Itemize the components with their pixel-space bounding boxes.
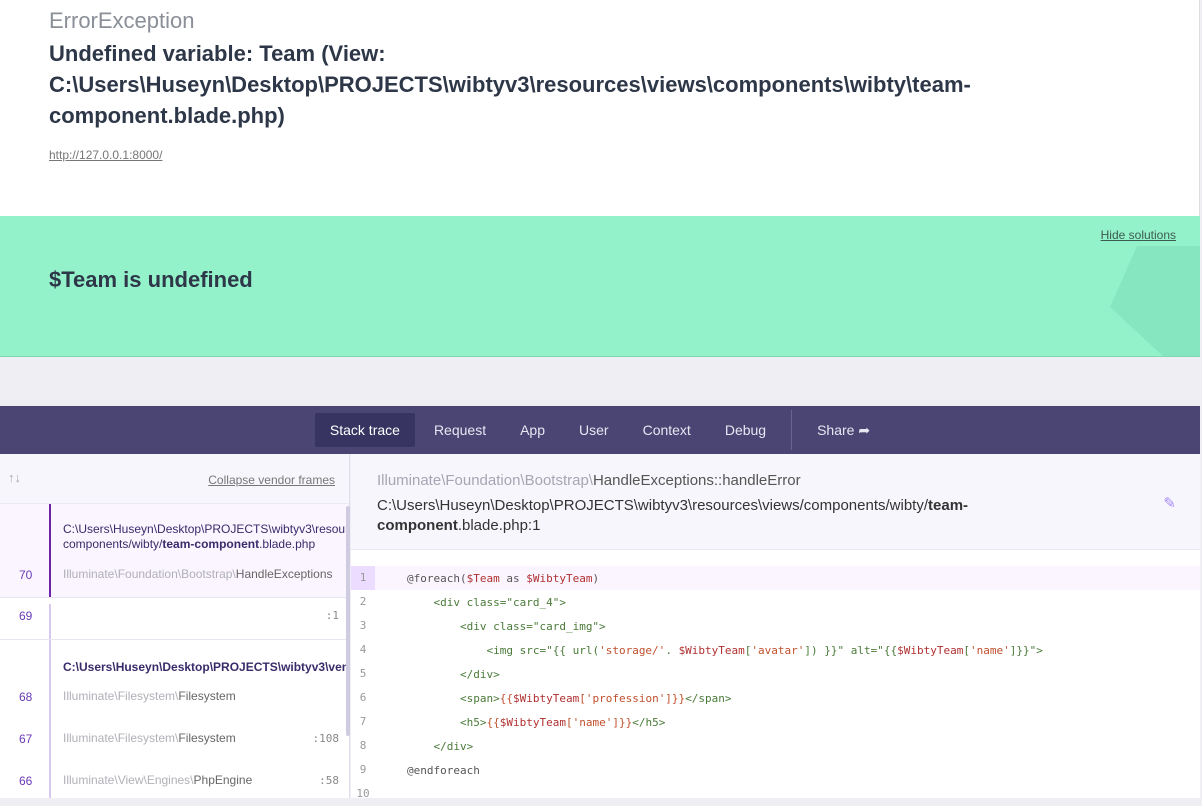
code-line: 8 </div> <box>351 734 1200 758</box>
frame-class: Illuminate\Foundation\Bootstrap\HandleEx… <box>377 472 801 489</box>
code-token: [ <box>744 643 752 657</box>
code-token: ]}}"> <box>1009 643 1043 657</box>
line-number[interactable]: 4 <box>351 638 375 662</box>
code-line: 9 @endforeach <box>351 758 1200 782</box>
tab-app[interactable]: App <box>505 413 560 447</box>
collapse-vendor-frames-link[interactable]: Collapse vendor frames <box>208 473 335 487</box>
code-token: </h5> <box>632 715 666 729</box>
code-token: </div> <box>459 667 500 681</box>
tab-bar: Stack trace Request App User Context Deb… <box>0 406 1200 454</box>
code-token: 'avatar' <box>751 643 805 657</box>
edit-pencil-icon[interactable]: ✎ <box>1163 494 1176 512</box>
code-token: $WibtyTeam <box>499 715 566 729</box>
error-header: ErrorException Undefined variable: Team … <box>0 0 1200 216</box>
sort-arrows-icon[interactable]: ↑↓ <box>8 470 21 485</box>
stack-frames-panel: ↑↓ Collapse vendor frames C:\Users\Husey… <box>0 454 350 798</box>
stack-frame-selected[interactable]: C:\Users\Huseyn\Desktop\PROJECTS\wibtyv3… <box>0 504 349 598</box>
frame-detail-panel: Illuminate\Foundation\Bootstrap\HandleEx… <box>351 454 1200 800</box>
decoration-shape <box>1110 246 1200 356</box>
code-token: as <box>499 571 527 585</box>
line-number[interactable]: 5 <box>351 662 375 686</box>
code-token: <span> <box>459 691 500 705</box>
code-token: <img src="{{ url( <box>486 643 600 657</box>
exception-class: ErrorException <box>49 8 195 33</box>
share-icon: ➦ <box>858 421 871 438</box>
line-number[interactable]: 3 <box>351 614 375 638</box>
frame-file-path: C:\Users\Huseyn\Desktop\PROJECTS\wibtyv3… <box>377 497 969 534</box>
share-label: Share <box>817 421 855 438</box>
frames-scrollbar[interactable] <box>346 506 350 736</box>
code-token: </div> <box>433 739 474 753</box>
code-snippet: 1 @foreach($Team as $WibtyTeam) 2 <div cla… <box>351 566 1200 806</box>
code-token: [ <box>963 643 970 657</box>
code-token: $WibtyTeam <box>526 571 593 585</box>
code-token: . <box>665 643 679 657</box>
code-token: <h5> <box>459 715 487 729</box>
line-number[interactable]: 8 <box>351 734 375 758</box>
line-number[interactable]: 1 <box>351 566 375 590</box>
share-button[interactable]: Share ➦ <box>802 413 885 448</box>
tab-debug[interactable]: Debug <box>710 413 781 447</box>
line-number[interactable]: 9 <box>351 758 375 782</box>
vendor-frame-group[interactable]: C:\Users\Huseyn\Desktop\PROJECTS\wibtyv3… <box>0 640 349 798</box>
line-number[interactable]: 10 <box>351 782 375 806</box>
code-line: 1 @foreach($Team as $WibtyTeam) <box>351 566 1200 590</box>
code-token: <div class="card_4"> <box>433 595 566 609</box>
code-line: 10 <box>351 782 1200 806</box>
frame-number: 70 <box>19 568 33 582</box>
code-token: ) <box>592 571 600 585</box>
code-token: ['profession']}} <box>579 691 686 705</box>
request-url-link[interactable]: http://127.0.0.1:8000/ <box>49 148 162 162</box>
stack-frame[interactable]: 69 :1 <box>0 598 349 640</box>
code-token: 'storage/' <box>599 643 666 657</box>
code-token: @foreach( <box>407 571 467 585</box>
code-token: @endforeach <box>407 763 480 777</box>
tab-stack-trace[interactable]: Stack trace <box>314 413 415 447</box>
tab-context[interactable]: Context <box>628 413 706 447</box>
code-line: 6 <span>{{$WibtyTeam ['profession']}} </sp… <box>351 686 1200 710</box>
code-token: $WibtyTeam <box>678 643 745 657</box>
code-token: </span> <box>685 691 732 705</box>
code-token: $WibtyTeam <box>512 691 580 705</box>
code-token: ]) }}" alt="{{ <box>804 643 898 657</box>
error-message: Undefined variable: Team (View: C:\Users… <box>49 41 971 128</box>
hide-solutions-link[interactable]: Hide solutions <box>1101 228 1176 242</box>
code-line: 5 </div> <box>351 662 1200 686</box>
tab-user[interactable]: User <box>564 413 624 447</box>
code-token: ['name']}} <box>565 715 633 729</box>
line-number[interactable]: 2 <box>351 590 375 614</box>
code-line: 3 <div class="card_img"> <box>351 614 1200 638</box>
divider <box>791 410 793 450</box>
line-number[interactable]: 6 <box>351 686 375 710</box>
code-line: 7 <h5>{{$WibtyTeam ['name']}} </h5> <box>351 710 1200 734</box>
frame-file: C:\Users\Huseyn\Desktop\PROJECTS\wibtyv3… <box>63 522 350 536</box>
line-number[interactable]: 7 <box>351 710 375 734</box>
code-token: <div class="card_img"> <box>459 619 606 633</box>
code-line: 4 <img src="{{ url('storage/'. $WibtyTea… <box>351 638 1200 662</box>
code-line: 2 <div class="card_4"> <box>351 590 1200 614</box>
code-token: {{ <box>486 715 500 729</box>
code-token: $Team <box>466 571 500 585</box>
code-token: $WibtyTeam <box>897 643 964 657</box>
code-token: 'name' <box>969 643 1010 657</box>
code-token: {{ <box>499 691 513 705</box>
solution-title: $Team is undefined <box>49 267 253 292</box>
tab-request[interactable]: Request <box>419 413 501 447</box>
